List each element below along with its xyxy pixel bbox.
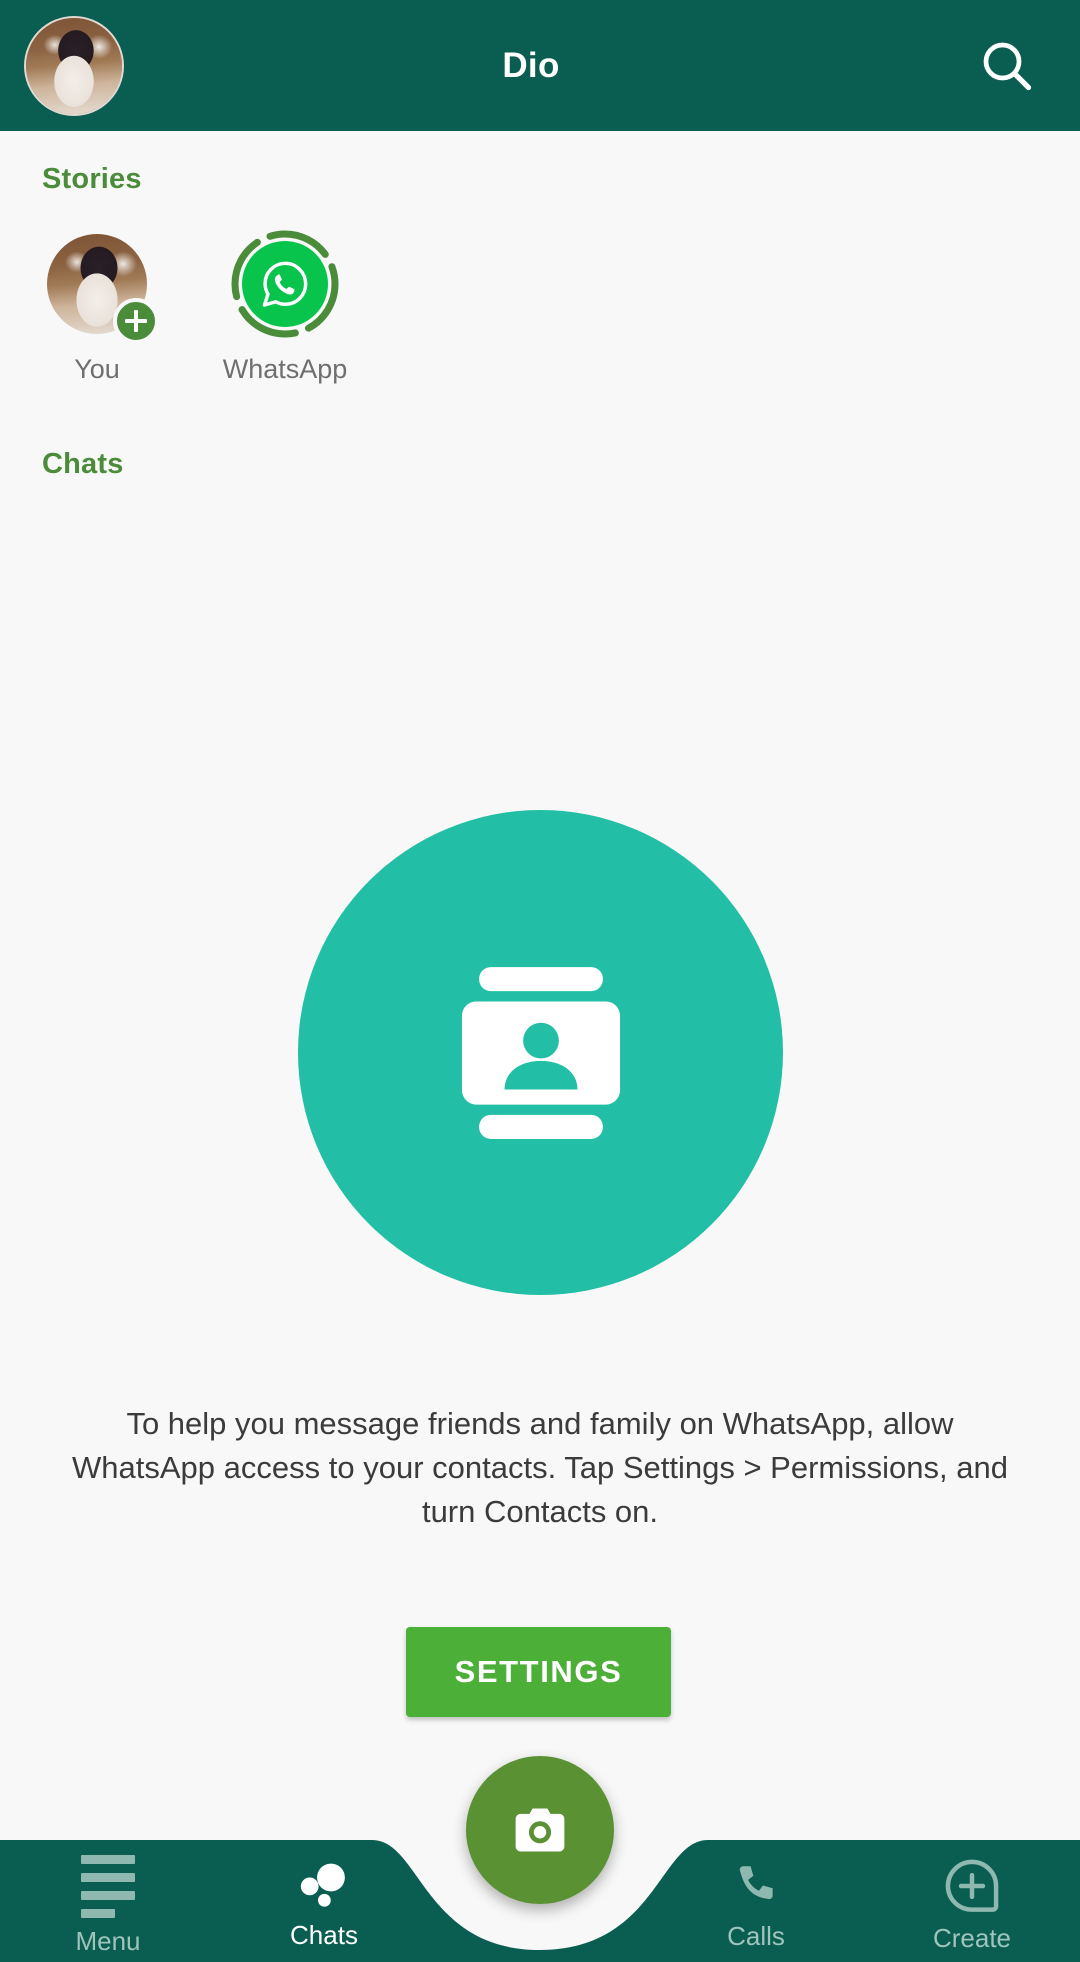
chat-dots-icon [300, 1863, 345, 1907]
nav-label: Create [932, 1923, 1012, 1953]
search-button[interactable] [964, 23, 1050, 109]
empty-state-message: To help you message friends and family o… [72, 1406, 1008, 1529]
nav-item-menu[interactable]: Menu [0, 1840, 216, 1962]
story-ring-you [43, 230, 159, 344]
stories-section-title: Stories [42, 163, 142, 195]
phone-icon [739, 1866, 773, 1900]
stories-row: You WhatsApp [32, 230, 350, 385]
story-label: You [74, 354, 120, 384]
story-item-whatsapp[interactable]: WhatsApp [220, 230, 350, 385]
nav-label: Chats [290, 1920, 358, 1950]
story-unseen-ring-icon [231, 230, 339, 338]
nav-label: Calls [727, 1921, 785, 1951]
nav-item-calls[interactable]: Calls [648, 1840, 864, 1962]
avatar[interactable] [24, 15, 124, 116]
nav-item-create[interactable]: Create [864, 1840, 1080, 1962]
nav-label: Menu [75, 1925, 141, 1956]
nav-item-chats[interactable]: Chats [216, 1840, 432, 1962]
page-title: Dio [502, 45, 560, 85]
contacts-card-icon [461, 966, 620, 1139]
camera-fab-button[interactable] [466, 1756, 614, 1904]
search-icon [983, 42, 1032, 90]
camera-icon [515, 1808, 565, 1852]
story-ring-whatsapp [231, 230, 339, 338]
plus-circle-icon [945, 1859, 999, 1912]
settings-button[interactable]: SETTINGS [406, 1627, 671, 1717]
plus-icon[interactable] [113, 298, 159, 344]
chats-section-title: Chats [42, 448, 124, 480]
story-item-you[interactable]: You [32, 230, 162, 385]
story-label: WhatsApp [222, 354, 348, 384]
empty-state-illustration [298, 810, 783, 1295]
profile-avatar-icon [26, 17, 122, 114]
app-root: Dio Stories You WhatsApp Chats To help y… [0, 0, 1080, 1962]
app-header: Dio [0, 0, 1080, 131]
menu-lines-icon [81, 1854, 135, 1918]
